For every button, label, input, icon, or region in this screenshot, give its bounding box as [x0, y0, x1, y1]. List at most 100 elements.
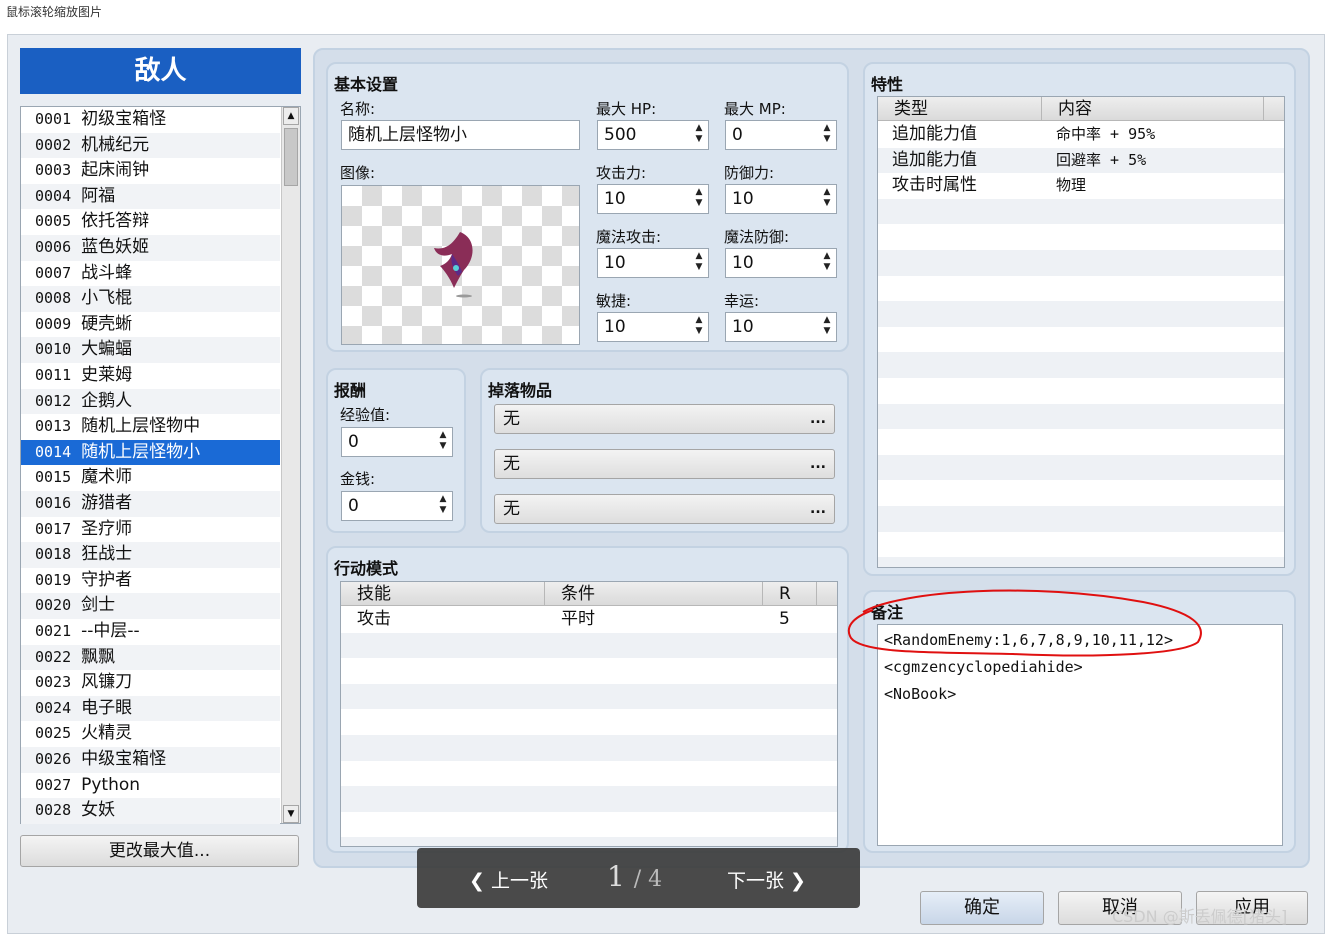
spinner-arrows-icon[interactable]: ▲ ▼ — [693, 123, 705, 147]
scroll-up-icon[interactable]: ▲ — [283, 107, 299, 125]
action-row[interactable] — [341, 709, 837, 735]
trait-row[interactable]: 攻击时属性 物理 — [878, 173, 1284, 199]
enemy-image-picker[interactable] — [341, 185, 580, 345]
enemy-list-item[interactable]: 0028 女妖 — [21, 798, 280, 824]
max-hp-value: 500 — [604, 125, 637, 145]
action-table[interactable]: 技能 条件 R 攻击 平时 5 — [340, 581, 838, 847]
next-image-button[interactable]: 下一张 ❯ — [727, 866, 806, 893]
enemy-list-item[interactable]: 0021 --中层-- — [21, 619, 280, 645]
enemy-list-item[interactable]: 0027 Python — [21, 773, 280, 799]
drop-item-2[interactable]: 无... — [494, 449, 835, 479]
trait-row[interactable]: 追加能力值 回避率 + 5% — [878, 147, 1284, 174]
action-row[interactable] — [341, 786, 837, 812]
enemy-list-item[interactable]: 0013 随机上层怪物中 — [21, 414, 280, 440]
enemy-list-item[interactable]: 0009 硬壳蜥 — [21, 312, 280, 338]
magic-defense-spinner[interactable]: 10 ▲ ▼ — [725, 248, 837, 278]
enemy-list-item[interactable]: 0012 企鹅人 — [21, 388, 280, 415]
col-type[interactable]: 类型 — [878, 97, 1042, 121]
trait-row[interactable] — [878, 378, 1284, 404]
trait-row[interactable] — [878, 429, 1284, 455]
enemy-list-item[interactable]: 0008 小飞棍 — [21, 286, 280, 312]
col-content[interactable]: 内容 — [1042, 97, 1264, 121]
enemy-list-item[interactable]: 0016 游猎者 — [21, 491, 280, 517]
spinner-arrows-icon[interactable]: ▲ ▼ — [821, 315, 833, 339]
enemy-list-item[interactable]: 0020 剑士 — [21, 593, 280, 619]
trait-row[interactable] — [878, 224, 1284, 250]
name-field[interactable]: 随机上层怪物小 — [341, 120, 580, 150]
spinner-arrows-icon[interactable]: ▲ ▼ — [821, 251, 833, 275]
trait-row[interactable] — [878, 250, 1284, 276]
enemy-list-item[interactable]: 0001 初级宝箱怪 — [21, 107, 280, 133]
enemy-list-item[interactable]: 0007 战斗蜂 — [21, 261, 280, 287]
gold-spinner[interactable]: 0 ▲ ▼ — [341, 491, 453, 521]
prev-image-button[interactable]: ❮ 上一张 — [469, 866, 548, 893]
luck-spinner[interactable]: 10 ▲ ▼ — [725, 312, 837, 342]
magic-attack-spinner[interactable]: 10 ▲ ▼ — [597, 248, 709, 278]
enemy-list-item[interactable]: 0024 电子眼 — [21, 695, 280, 722]
trait-row[interactable] — [878, 532, 1284, 558]
enemy-list-item[interactable]: 0015 魔术师 — [21, 465, 280, 491]
trait-row[interactable] — [878, 198, 1284, 225]
enemy-list-item[interactable]: 0002 机械纪元 — [21, 132, 280, 159]
spinner-arrows-icon[interactable]: ▲ ▼ — [821, 187, 833, 211]
action-row[interactable] — [341, 837, 837, 846]
trait-row[interactable] — [878, 480, 1284, 506]
trait-row[interactable] — [878, 506, 1284, 532]
trait-row[interactable] — [878, 403, 1284, 430]
defense-spinner[interactable]: 10 ▲ ▼ — [725, 184, 837, 214]
trait-row[interactable] — [878, 276, 1284, 302]
enemy-list-item[interactable]: 0004 阿福 — [21, 183, 280, 210]
enemy-list-item[interactable]: 0003 起床闹钟 — [21, 158, 280, 184]
action-row[interactable] — [341, 658, 837, 684]
spinner-arrows-icon[interactable]: ▲ ▼ — [693, 187, 705, 211]
enemy-list[interactable]: 0028 女妖 0027 Python 0026 中级宝箱怪 0025 火精灵 0024 电子眼 0… — [20, 106, 301, 824]
trait-row[interactable] — [878, 557, 1284, 567]
scroll-down-icon[interactable]: ▼ — [283, 805, 299, 823]
spinner-arrows-icon[interactable]: ▲ ▼ — [821, 123, 833, 147]
enemy-list-item[interactable]: 0019 守护者 — [21, 568, 280, 594]
enemy-list-item[interactable]: 0017 圣疗师 — [21, 517, 280, 543]
enemy-list-item[interactable]: 0025 火精灵 — [21, 721, 280, 747]
trait-row[interactable] — [878, 454, 1284, 481]
action-row[interactable] — [341, 761, 837, 787]
ok-button[interactable]: 确定 — [920, 891, 1044, 925]
enemy-list-item[interactable]: 0023 风镰刀 — [21, 670, 280, 696]
max-mp-spinner[interactable]: 0 ▲ ▼ — [725, 120, 837, 150]
enemy-list-item[interactable]: 0018 狂战士 — [21, 542, 280, 568]
enemy-list-item[interactable]: 0026 中级宝箱怪 — [21, 747, 280, 773]
enemy-list-item[interactable]: 0005 依托答辩 — [21, 209, 280, 235]
attack-spinner[interactable]: 10 ▲ ▼ — [597, 184, 709, 214]
agility-spinner[interactable]: 10 ▲ ▼ — [597, 312, 709, 342]
action-row[interactable] — [341, 812, 837, 838]
spinner-arrows-icon[interactable]: ▲ ▼ — [693, 251, 705, 275]
enemy-list-item[interactable]: 0010 大蝙蝠 — [21, 337, 280, 363]
exp-spinner[interactable]: 0 ▲ ▼ — [341, 427, 453, 457]
trait-row[interactable] — [878, 327, 1284, 353]
enemy-list-item[interactable]: 0006 蓝色妖姬 — [21, 235, 280, 261]
enemy-list-item[interactable]: 0014 随机上层怪物小 — [21, 439, 280, 466]
enemy-list-item[interactable]: 0022 飘飘 — [21, 644, 280, 671]
col-condition[interactable]: 条件 — [545, 582, 763, 606]
drop-item-3[interactable]: 无... — [494, 494, 835, 524]
enemy-list-item[interactable]: 0011 史莱姆 — [21, 363, 280, 389]
spinner-arrows-icon[interactable]: ▲ ▼ — [437, 430, 449, 454]
action-row[interactable] — [341, 683, 837, 710]
col-rating[interactable]: R — [763, 582, 817, 606]
enemy-name: 中级宝箱怪 — [81, 749, 167, 769]
list-scrollbar[interactable]: ▲ ▼ — [281, 107, 300, 823]
spinner-arrows-icon[interactable]: ▲ ▼ — [693, 315, 705, 339]
trait-row[interactable] — [878, 301, 1284, 327]
drop-item-1[interactable]: 无... — [494, 404, 835, 434]
change-max-button[interactable]: 更改最大值... — [20, 835, 299, 867]
max-hp-spinner[interactable]: 500 ▲ ▼ — [597, 120, 709, 150]
action-row[interactable]: 攻击 平时 5 — [341, 607, 837, 633]
action-row[interactable] — [341, 632, 837, 659]
trait-row[interactable]: 追加能力值 命中率 + 95% — [878, 122, 1284, 148]
action-row[interactable] — [341, 735, 837, 761]
trait-row[interactable] — [878, 352, 1284, 378]
col-skill[interactable]: 技能 — [341, 582, 545, 606]
traits-table[interactable]: 类型 内容 追加能力值 命中率 + 95% 追加能力值 回避率 + 5% 攻击时属性 物理 — [877, 96, 1285, 568]
scroll-thumb[interactable] — [284, 128, 298, 186]
enemy-name: 随机上层怪物中 — [81, 416, 201, 437]
spinner-arrows-icon[interactable]: ▲ ▼ — [437, 494, 449, 518]
